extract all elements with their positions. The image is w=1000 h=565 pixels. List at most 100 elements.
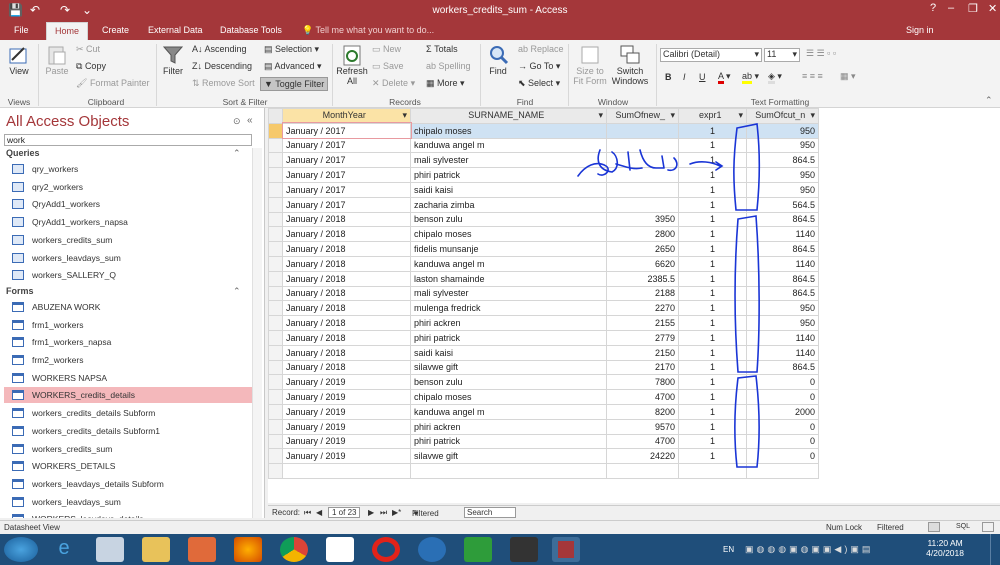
table-row[interactable]: January / 2019 phiri ackren 9570 1 0 xyxy=(268,418,819,435)
start-button[interactable] xyxy=(4,537,38,562)
descending-button[interactable]: Z↓ Descending xyxy=(192,61,252,71)
cell-surname-name[interactable]: mali sylvester xyxy=(410,152,607,169)
new-record-row[interactable] xyxy=(268,463,819,479)
row-selector[interactable] xyxy=(268,418,283,435)
help-button[interactable]: ? xyxy=(930,2,936,14)
cell-sumofcut[interactable]: 950 xyxy=(746,137,819,154)
cell-monthyear[interactable]: January / 2017 xyxy=(282,181,411,198)
row-selector[interactable] xyxy=(268,196,283,213)
cell-sumofnew[interactable]: 6620 xyxy=(606,255,679,272)
row-selector[interactable] xyxy=(268,448,283,465)
sign-in-link[interactable]: Sign in xyxy=(906,25,934,35)
empty-cell[interactable] xyxy=(746,463,819,479)
cell-monthyear[interactable]: January / 2019 xyxy=(282,374,411,391)
cell-sumofcut[interactable]: 0 xyxy=(746,433,819,450)
cell-sumofnew[interactable]: 2188 xyxy=(606,285,679,302)
cell-monthyear[interactable]: January / 2019 xyxy=(282,403,411,420)
cell-expr1[interactable]: 1 xyxy=(678,181,747,198)
gridlines-icon[interactable]: ▦ ▾ xyxy=(840,71,856,82)
chrome-icon[interactable] xyxy=(280,537,308,562)
cell-surname-name[interactable]: phiri ackren xyxy=(410,418,607,435)
cell-monthyear[interactable]: January / 2018 xyxy=(282,285,411,302)
table-row[interactable]: January / 2018 laston shamainde 2385.5 1 864… xyxy=(268,270,819,287)
select-all-corner[interactable] xyxy=(268,108,283,124)
table-row[interactable]: January / 2018 kanduwa angel m 6620 1 1140 xyxy=(268,255,819,272)
nav-query-item[interactable]: qry_workers xyxy=(4,161,254,177)
cell-sumofnew[interactable] xyxy=(606,152,679,169)
view-button[interactable]: View xyxy=(6,44,32,76)
cell-surname-name[interactable]: benson zulu xyxy=(410,374,607,391)
fill-color-button[interactable]: ◈ ▾ xyxy=(768,71,782,84)
tab-file[interactable]: File xyxy=(14,25,29,35)
cell-sumofcut[interactable]: 564.5 xyxy=(746,196,819,213)
cell-expr1[interactable]: 1 xyxy=(678,403,747,420)
cell-sumofcut[interactable]: 950 xyxy=(746,122,819,139)
record-search-input[interactable]: Search xyxy=(464,507,516,518)
cell-monthyear[interactable]: January / 2018 xyxy=(282,211,411,228)
cell-expr1[interactable]: 1 xyxy=(678,285,747,302)
cell-surname-name[interactable]: saidi kaisi xyxy=(410,181,607,198)
cell-expr1[interactable]: 1 xyxy=(678,359,747,376)
cell-expr1[interactable]: 1 xyxy=(678,433,747,450)
table-row[interactable]: January / 2017 phiri patrick 1 950 xyxy=(268,167,819,183)
nav-scrollbar[interactable] xyxy=(252,148,262,518)
select-button[interactable]: ⬉ Select ▾ xyxy=(518,78,560,89)
table-row[interactable]: January / 2018 saidi kaisi 2150 1 1140 xyxy=(268,344,819,361)
chevron-down-icon[interactable]: ▾ xyxy=(738,110,743,121)
cell-sumofcut[interactable]: 2000 xyxy=(746,403,819,420)
nav-form-item[interactable]: frm1_workers_napsa xyxy=(4,334,254,350)
row-selector[interactable] xyxy=(268,374,283,391)
goto-button[interactable]: → Go To ▾ xyxy=(518,61,560,72)
cell-monthyear[interactable]: January / 2017 xyxy=(282,137,411,154)
table-row[interactable]: January / 2018 mali sylvester 2188 1 864.5 xyxy=(268,285,819,302)
font-size-select[interactable]: 11 ▾ xyxy=(764,48,800,62)
cell-expr1[interactable]: 1 xyxy=(678,418,747,435)
cell-sumofcut[interactable]: 0 xyxy=(746,418,819,435)
cell-monthyear[interactable]: January / 2018 xyxy=(282,359,411,376)
empty-cell[interactable] xyxy=(282,463,411,479)
chevron-down-icon[interactable]: ▾ xyxy=(670,110,675,121)
tab-external-data[interactable]: External Data xyxy=(148,25,203,35)
table-row[interactable]: January / 2018 phiri ackren 2155 1 950 xyxy=(268,315,819,331)
browser-icon[interactable] xyxy=(418,537,446,562)
cell-monthyear[interactable]: January / 2019 xyxy=(282,418,411,435)
totals-button[interactable]: Σ Totals xyxy=(426,44,458,54)
column-header-surname[interactable]: SURNAME_NAME ▾ xyxy=(410,108,607,124)
table-row[interactable]: January / 2019 kanduwa angel m 8200 1 2000 xyxy=(268,403,819,420)
tab-home[interactable]: Home xyxy=(46,22,89,40)
file-explorer-icon[interactable] xyxy=(142,537,170,562)
cell-surname-name[interactable]: phiri patrick xyxy=(410,329,607,346)
cell-sumofcut[interactable]: 864.5 xyxy=(746,152,819,169)
cell-surname-name[interactable]: silavwe gift xyxy=(410,448,607,465)
system-tray-icons[interactable]: ▣◍◍◍▣◍▣▣◀)▣▤ xyxy=(745,544,873,555)
collapse-section-icon[interactable]: ⌃ xyxy=(233,286,241,297)
show-desktop-button[interactable] xyxy=(990,534,1000,565)
row-selector[interactable] xyxy=(268,270,283,287)
cell-surname-name[interactable]: chipalo moses xyxy=(410,122,607,139)
table-row[interactable]: January / 2018 chipalo moses 2800 1 1140 xyxy=(268,226,819,243)
cell-sumofcut[interactable]: 950 xyxy=(746,181,819,198)
table-row[interactable]: January / 2019 silavwe gift 24220 1 0 xyxy=(268,448,819,465)
row-selector[interactable] xyxy=(268,241,283,257)
cell-sumofnew[interactable] xyxy=(606,137,679,154)
font-color-button[interactable]: A ▾ xyxy=(718,71,731,84)
nav-form-item[interactable]: workers_credits_details Subform xyxy=(4,405,254,421)
cell-surname-name[interactable]: zacharia zimba xyxy=(410,196,607,213)
nav-form-item[interactable]: workers_credits_details Subform1 xyxy=(4,423,254,439)
cell-expr1[interactable]: 1 xyxy=(678,211,747,228)
cell-monthyear[interactable]: January / 2017 xyxy=(282,167,411,183)
cell-sumofcut[interactable]: 0 xyxy=(746,374,819,391)
cell-monthyear[interactable]: January / 2018 xyxy=(282,329,411,346)
cell-surname-name[interactable]: benson zulu xyxy=(410,211,607,228)
cell-sumofcut[interactable]: 950 xyxy=(746,167,819,183)
chevron-down-icon[interactable]: ▾ xyxy=(598,110,603,121)
internet-explorer-icon[interactable]: e xyxy=(50,537,78,562)
column-header-monthyear[interactable]: MonthYear ▾ xyxy=(282,108,411,124)
first-record-button[interactable]: ⏮ xyxy=(304,508,311,518)
cell-expr1[interactable]: 1 xyxy=(678,241,747,257)
switch-windows-button[interactable]: Switch Windows xyxy=(610,44,650,86)
media-player-icon[interactable] xyxy=(188,537,216,562)
column-header-expr1[interactable]: expr1 ▾ xyxy=(678,108,747,124)
cell-surname-name[interactable]: phiri patrick xyxy=(410,167,607,183)
tab-create[interactable]: Create xyxy=(102,25,129,35)
